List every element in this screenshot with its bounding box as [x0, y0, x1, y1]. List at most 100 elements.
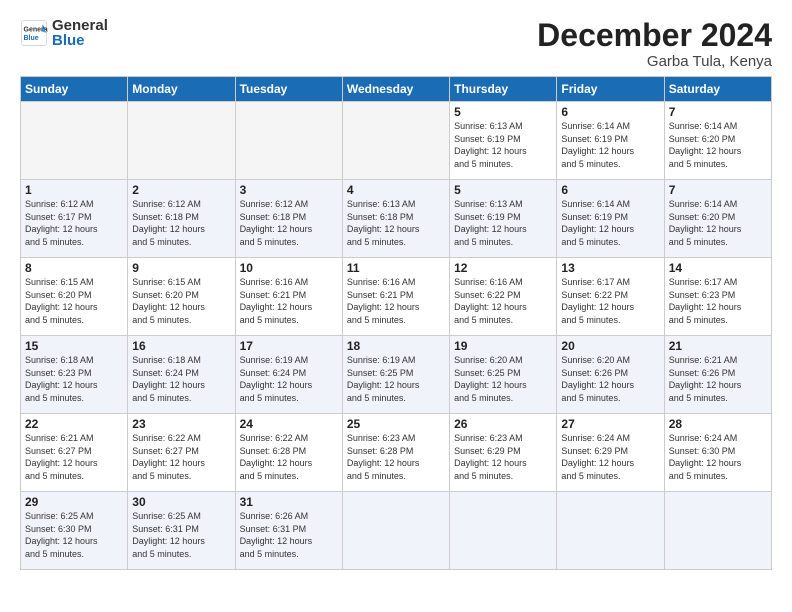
day-number: 4: [347, 183, 445, 197]
week-row-5: 22 Sunrise: 6:21 AMSunset: 6:27 PMDaylig…: [21, 414, 772, 492]
day-cell-7: 7 Sunrise: 6:14 AMSunset: 6:20 PMDayligh…: [664, 102, 771, 180]
day-info: Sunrise: 6:14 AMSunset: 6:19 PMDaylight:…: [561, 120, 659, 170]
col-monday: Monday: [128, 77, 235, 102]
day-cell-22: 22 Sunrise: 6:21 AMSunset: 6:27 PMDaylig…: [21, 414, 128, 492]
day-info: Sunrise: 6:15 AMSunset: 6:20 PMDaylight:…: [25, 276, 123, 326]
calendar-table: Sunday Monday Tuesday Wednesday Thursday…: [20, 76, 772, 570]
day-cell-11: 11 Sunrise: 6:16 AMSunset: 6:21 PMDaylig…: [342, 258, 449, 336]
day-cell-6: 6 Sunrise: 6:14 AMSunset: 6:19 PMDayligh…: [557, 102, 664, 180]
day-info: Sunrise: 6:20 AMSunset: 6:26 PMDaylight:…: [561, 354, 659, 404]
day-cell-14: 14 Sunrise: 6:17 AMSunset: 6:23 PMDaylig…: [664, 258, 771, 336]
location-subtitle: Garba Tula, Kenya: [537, 53, 772, 70]
day-info: Sunrise: 6:22 AMSunset: 6:27 PMDaylight:…: [132, 432, 230, 482]
day-number: 11: [347, 261, 445, 275]
day-cell-4: 4 Sunrise: 6:13 AMSunset: 6:18 PMDayligh…: [342, 180, 449, 258]
month-title: December 2024: [537, 18, 772, 53]
day-info: Sunrise: 6:17 AMSunset: 6:23 PMDaylight:…: [669, 276, 767, 326]
day-info: Sunrise: 6:12 AMSunset: 6:18 PMDaylight:…: [132, 198, 230, 248]
day-cell-empty: [128, 102, 235, 180]
logo: General Blue General Blue: [20, 18, 108, 48]
day-cell-empty: [557, 492, 664, 570]
day-cell-20: 20 Sunrise: 6:20 AMSunset: 6:26 PMDaylig…: [557, 336, 664, 414]
day-number: 1: [25, 183, 123, 197]
day-number: 17: [240, 339, 338, 353]
day-info: Sunrise: 6:23 AMSunset: 6:29 PMDaylight:…: [454, 432, 552, 482]
day-cell-18: 18 Sunrise: 6:19 AMSunset: 6:25 PMDaylig…: [342, 336, 449, 414]
day-number: 27: [561, 417, 659, 431]
logo-blue-text: Blue: [52, 33, 108, 48]
logo-general-text: General: [52, 18, 108, 33]
week-row-2: 1 Sunrise: 6:12 AMSunset: 6:17 PMDayligh…: [21, 180, 772, 258]
day-info: Sunrise: 6:21 AMSunset: 6:27 PMDaylight:…: [25, 432, 123, 482]
day-cell-7b: 7 Sunrise: 6:14 AMSunset: 6:20 PMDayligh…: [664, 180, 771, 258]
day-number: 13: [561, 261, 659, 275]
title-block: December 2024 Garba Tula, Kenya: [537, 18, 772, 70]
col-saturday: Saturday: [664, 77, 771, 102]
day-cell-19: 19 Sunrise: 6:20 AMSunset: 6:25 PMDaylig…: [450, 336, 557, 414]
day-info: Sunrise: 6:24 AMSunset: 6:30 PMDaylight:…: [669, 432, 767, 482]
page-container: General Blue General Blue December 2024 …: [0, 0, 792, 580]
day-cell-9: 9 Sunrise: 6:15 AMSunset: 6:20 PMDayligh…: [128, 258, 235, 336]
day-info: Sunrise: 6:13 AMSunset: 6:19 PMDaylight:…: [454, 198, 552, 248]
day-info: Sunrise: 6:13 AMSunset: 6:18 PMDaylight:…: [347, 198, 445, 248]
day-info: Sunrise: 6:14 AMSunset: 6:19 PMDaylight:…: [561, 198, 659, 248]
day-cell-26: 26 Sunrise: 6:23 AMSunset: 6:29 PMDaylig…: [450, 414, 557, 492]
day-cell-21: 21 Sunrise: 6:21 AMSunset: 6:26 PMDaylig…: [664, 336, 771, 414]
day-number: 9: [132, 261, 230, 275]
day-info: Sunrise: 6:25 AMSunset: 6:30 PMDaylight:…: [25, 510, 123, 560]
day-cell-empty: [664, 492, 771, 570]
day-number: 5: [454, 183, 552, 197]
day-info: Sunrise: 6:15 AMSunset: 6:20 PMDaylight:…: [132, 276, 230, 326]
day-number: 25: [347, 417, 445, 431]
day-info: Sunrise: 6:12 AMSunset: 6:18 PMDaylight:…: [240, 198, 338, 248]
day-info: Sunrise: 6:26 AMSunset: 6:31 PMDaylight:…: [240, 510, 338, 560]
week-row-6: 29 Sunrise: 6:25 AMSunset: 6:30 PMDaylig…: [21, 492, 772, 570]
day-number: 7: [669, 105, 767, 119]
calendar-header-row: Sunday Monday Tuesday Wednesday Thursday…: [21, 77, 772, 102]
header: General Blue General Blue December 2024 …: [20, 18, 772, 70]
col-sunday: Sunday: [21, 77, 128, 102]
day-info: Sunrise: 6:25 AMSunset: 6:31 PMDaylight:…: [132, 510, 230, 560]
day-info: Sunrise: 6:16 AMSunset: 6:22 PMDaylight:…: [454, 276, 552, 326]
day-number: 7: [669, 183, 767, 197]
day-info: Sunrise: 6:14 AMSunset: 6:20 PMDaylight:…: [669, 120, 767, 170]
day-cell-3: 3 Sunrise: 6:12 AMSunset: 6:18 PMDayligh…: [235, 180, 342, 258]
logo-text: General Blue: [52, 18, 108, 48]
day-info: Sunrise: 6:16 AMSunset: 6:21 PMDaylight:…: [347, 276, 445, 326]
week-row-3: 8 Sunrise: 6:15 AMSunset: 6:20 PMDayligh…: [21, 258, 772, 336]
day-cell-13: 13 Sunrise: 6:17 AMSunset: 6:22 PMDaylig…: [557, 258, 664, 336]
day-info: Sunrise: 6:24 AMSunset: 6:29 PMDaylight:…: [561, 432, 659, 482]
day-cell-27: 27 Sunrise: 6:24 AMSunset: 6:29 PMDaylig…: [557, 414, 664, 492]
week-row-4: 15 Sunrise: 6:18 AMSunset: 6:23 PMDaylig…: [21, 336, 772, 414]
day-cell-empty: [21, 102, 128, 180]
day-number: 22: [25, 417, 123, 431]
day-cell-5b: 5 Sunrise: 6:13 AMSunset: 6:19 PMDayligh…: [450, 180, 557, 258]
day-number: 20: [561, 339, 659, 353]
day-info: Sunrise: 6:14 AMSunset: 6:20 PMDaylight:…: [669, 198, 767, 248]
day-info: Sunrise: 6:21 AMSunset: 6:26 PMDaylight:…: [669, 354, 767, 404]
day-cell-empty: [450, 492, 557, 570]
day-number: 28: [669, 417, 767, 431]
day-info: Sunrise: 6:12 AMSunset: 6:17 PMDaylight:…: [25, 198, 123, 248]
day-cell-25: 25 Sunrise: 6:23 AMSunset: 6:28 PMDaylig…: [342, 414, 449, 492]
day-info: Sunrise: 6:19 AMSunset: 6:24 PMDaylight:…: [240, 354, 338, 404]
day-number: 14: [669, 261, 767, 275]
day-number: 6: [561, 105, 659, 119]
col-wednesday: Wednesday: [342, 77, 449, 102]
day-info: Sunrise: 6:16 AMSunset: 6:21 PMDaylight:…: [240, 276, 338, 326]
day-cell-24: 24 Sunrise: 6:22 AMSunset: 6:28 PMDaylig…: [235, 414, 342, 492]
day-number: 18: [347, 339, 445, 353]
day-cell-23: 23 Sunrise: 6:22 AMSunset: 6:27 PMDaylig…: [128, 414, 235, 492]
day-info: Sunrise: 6:13 AMSunset: 6:19 PMDaylight:…: [454, 120, 552, 170]
col-friday: Friday: [557, 77, 664, 102]
day-cell-empty: [342, 492, 449, 570]
day-info: Sunrise: 6:19 AMSunset: 6:25 PMDaylight:…: [347, 354, 445, 404]
day-cell-5: 5 Sunrise: 6:13 AMSunset: 6:19 PMDayligh…: [450, 102, 557, 180]
day-number: 5: [454, 105, 552, 119]
day-cell-12: 12 Sunrise: 6:16 AMSunset: 6:22 PMDaylig…: [450, 258, 557, 336]
day-number: 30: [132, 495, 230, 509]
day-info: Sunrise: 6:18 AMSunset: 6:23 PMDaylight:…: [25, 354, 123, 404]
day-cell-28: 28 Sunrise: 6:24 AMSunset: 6:30 PMDaylig…: [664, 414, 771, 492]
day-number: 21: [669, 339, 767, 353]
day-number: 12: [454, 261, 552, 275]
